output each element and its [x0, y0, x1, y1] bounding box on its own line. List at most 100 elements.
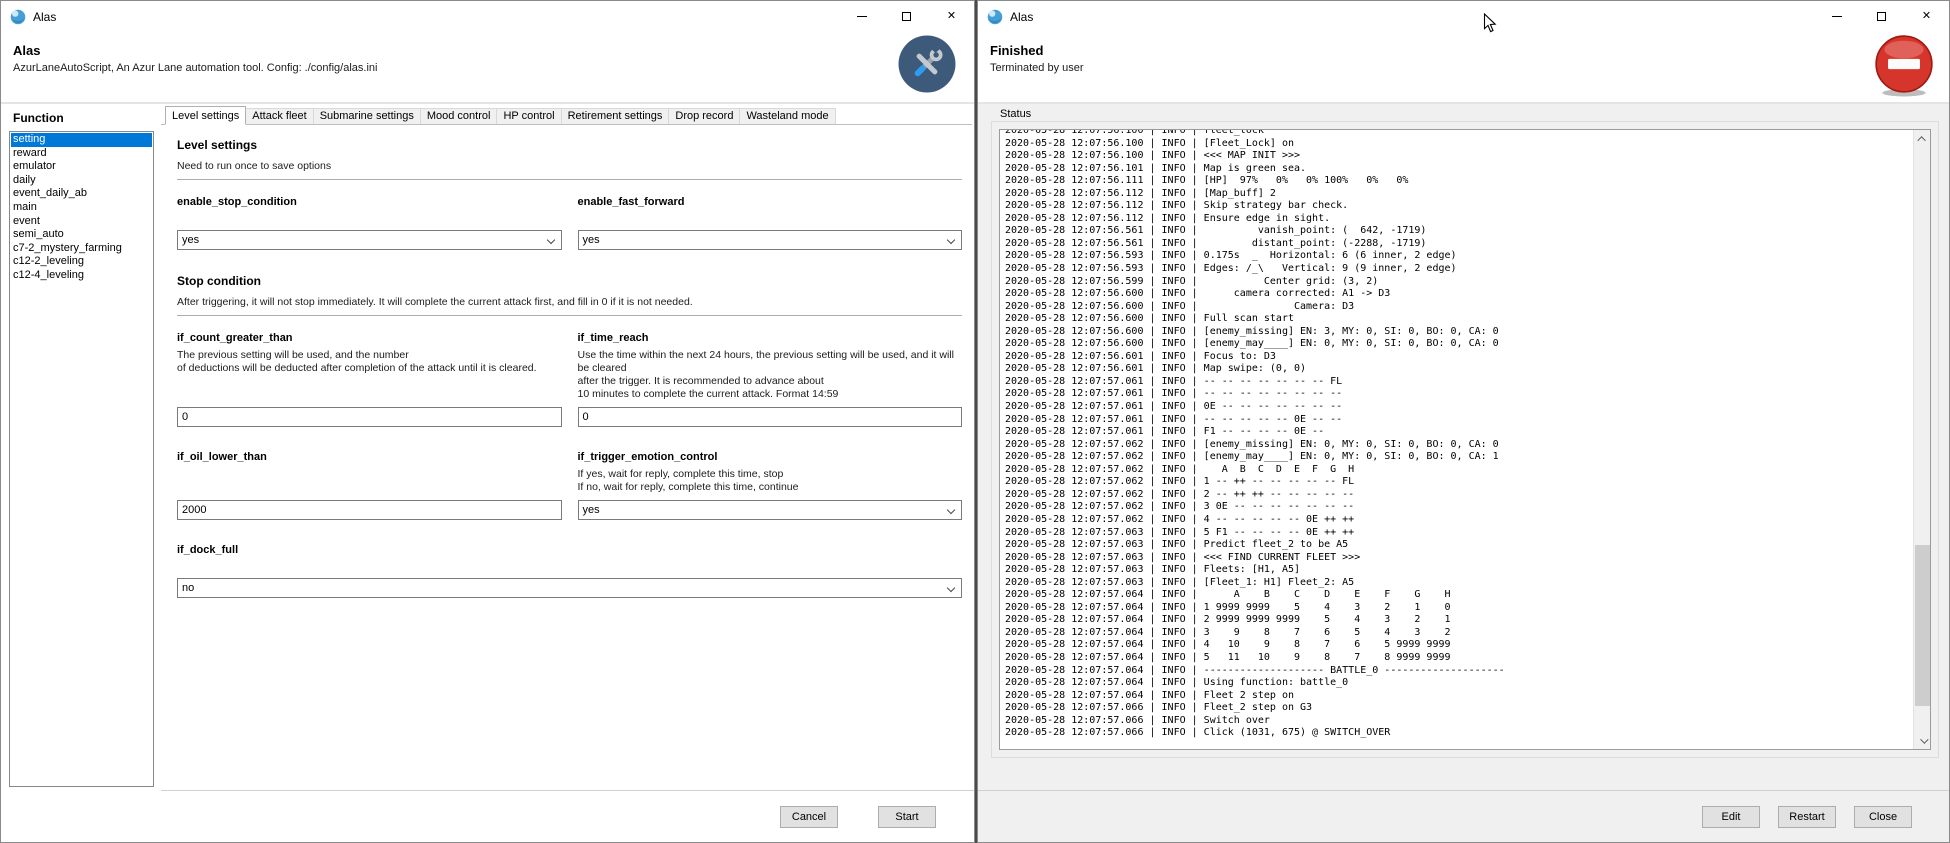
minimize-button[interactable] — [1814, 1, 1859, 32]
close-button[interactable]: ✕ — [929, 1, 974, 32]
if-dock-full-select[interactable]: no — [177, 578, 962, 598]
cancel-button[interactable]: Cancel — [780, 806, 838, 828]
status-log[interactable]: 2020-05-28 12:07:56.100 | INFO | fleet_l… — [1005, 129, 1912, 749]
tab[interactable]: HP control — [496, 108, 561, 124]
chevron-down-icon — [546, 236, 554, 244]
sidebar-item[interactable]: c12-4_leveling — [11, 269, 152, 283]
window-title: Alas — [33, 10, 839, 24]
maximize-icon — [1877, 12, 1886, 21]
titlebar: Alas ✕ — [978, 1, 1949, 32]
stop-icon — [1871, 32, 1937, 98]
edit-button[interactable]: Edit — [1702, 806, 1760, 828]
field-enable-fast-forward: enable_fast_forward yes — [578, 196, 963, 250]
page-subtitle: AzurLaneAutoScript, An Azur Lane automat… — [13, 62, 962, 74]
tab[interactable]: Wasteland mode — [739, 108, 835, 124]
maximize-button[interactable] — [1859, 1, 1904, 32]
select-value: yes — [583, 504, 600, 516]
field-label: enable_stop_condition — [177, 196, 562, 208]
start-button[interactable]: Start — [878, 806, 936, 828]
scrollbar[interactable] — [1913, 130, 1930, 749]
field-help: Use the time within the next 24 hours, t… — [578, 349, 963, 401]
window-settings: Alas ✕ Alas AzurLaneAutoScript, An Azur … — [0, 0, 975, 843]
select-value: yes — [182, 234, 199, 246]
section-divider — [177, 179, 962, 180]
sidebar-item[interactable]: event_daily_ab — [11, 187, 152, 201]
settings-body: Function setting reward emulator daily e… — [1, 104, 974, 842]
tab[interactable]: Attack fleet — [245, 108, 313, 124]
status-body: Status 2020-05-28 12:07:56.100 | INFO | … — [978, 104, 1949, 842]
field-label: if_oil_lower_than — [177, 451, 562, 463]
close-icon: ✕ — [947, 11, 956, 22]
enable-fast-forward-select[interactable]: yes — [578, 230, 963, 250]
maximize-button[interactable] — [884, 1, 929, 32]
maximize-icon — [902, 12, 911, 21]
field-if-trigger-emotion-control: if_trigger_emotion_control If yes, wait … — [578, 451, 963, 520]
tab[interactable]: Retirement settings — [561, 108, 670, 124]
mouse-cursor-icon — [1483, 13, 1497, 33]
chevron-down-icon — [947, 584, 955, 592]
select-value: yes — [583, 234, 600, 246]
section-title: Stop condition — [177, 274, 962, 288]
app-header: Alas AzurLaneAutoScript, An Azur Lane au… — [1, 32, 974, 104]
restart-button[interactable]: Restart — [1778, 806, 1836, 828]
field-help: If yes, wait for reply, complete this ti… — [578, 468, 963, 494]
tools-icon — [898, 35, 956, 93]
tab[interactable]: Mood control — [420, 108, 498, 124]
section-divider — [177, 315, 962, 316]
chevron-down-icon — [947, 236, 955, 244]
status-group: 2020-05-28 12:07:56.100 | INFO | fleet_l… — [991, 121, 1939, 758]
scroll-thumb[interactable] — [1915, 545, 1930, 706]
tab[interactable]: Drop record — [668, 108, 740, 124]
minimize-icon — [1832, 16, 1842, 17]
field-if-count-greater-than: if_count_greater_than The previous setti… — [177, 332, 562, 427]
app-header: Finished Terminated by user — [978, 32, 1949, 104]
tab[interactable]: Level settings — [165, 106, 246, 125]
if-time-reach-input[interactable] — [578, 407, 963, 427]
sidebar-item[interactable]: semi_auto — [11, 228, 152, 242]
if-count-greater-than-input[interactable] — [177, 407, 562, 427]
window-title: Alas — [1010, 10, 1814, 24]
scroll-down-button[interactable] — [1914, 732, 1931, 749]
sidebar-item[interactable]: daily — [11, 174, 152, 188]
footer: Edit Restart Close — [978, 790, 1949, 842]
log-box: 2020-05-28 12:07:56.100 | INFO | fleet_l… — [999, 129, 1931, 750]
minimize-icon — [857, 16, 867, 17]
field-label: if_dock_full — [177, 544, 962, 556]
if-trigger-emotion-control-select[interactable]: yes — [578, 500, 963, 520]
chevron-up-icon — [1917, 136, 1925, 144]
sidebar-item[interactable]: reward — [11, 147, 152, 161]
close-button[interactable]: ✕ — [1904, 1, 1949, 32]
sidebar-item[interactable]: c12-2_leveling — [11, 255, 152, 269]
if-oil-lower-than-input[interactable] — [177, 500, 562, 520]
field-label: enable_fast_forward — [578, 196, 963, 208]
chevron-down-icon — [947, 506, 955, 514]
sidebar-item[interactable]: c7-2_mystery_farming — [11, 242, 152, 256]
sidebar-item[interactable]: main — [11, 201, 152, 215]
scroll-up-button[interactable] — [1914, 130, 1931, 147]
section-description: Need to run once to save options — [177, 160, 962, 172]
field-enable-stop-condition: enable_stop_condition yes — [177, 196, 562, 250]
field-label: if_count_greater_than — [177, 332, 562, 344]
page-title: Alas — [13, 43, 962, 58]
alas-logo-icon — [10, 9, 26, 25]
field-if-dock-full: if_dock_full no — [177, 544, 962, 598]
close-window-button[interactable]: Close — [1854, 806, 1912, 828]
status-title: Finished — [990, 43, 1937, 58]
tab-bar: Level settings Attack fleet Submarine se… — [161, 106, 972, 125]
function-label: Function — [13, 111, 64, 125]
footer: Cancel Start — [161, 790, 974, 842]
sidebar-item[interactable]: event — [11, 215, 152, 229]
tab[interactable]: Submarine settings — [313, 108, 421, 124]
minimize-button[interactable] — [839, 1, 884, 32]
chevron-down-icon — [1920, 735, 1928, 743]
field-label: if_trigger_emotion_control — [578, 451, 963, 463]
field-label: if_time_reach — [578, 332, 963, 344]
close-icon: ✕ — [1922, 11, 1931, 22]
window-status: Alas ✕ Finished Terminated by user Statu… — [977, 0, 1950, 843]
sidebar-item[interactable]: emulator — [11, 160, 152, 174]
section-description: After triggering, it will not stop immed… — [177, 296, 962, 308]
settings-panel: Level settings Need to run once to save … — [161, 125, 972, 789]
enable-stop-condition-select[interactable]: yes — [177, 230, 562, 250]
sidebar-item[interactable]: setting — [11, 133, 152, 147]
select-value: no — [182, 582, 194, 594]
